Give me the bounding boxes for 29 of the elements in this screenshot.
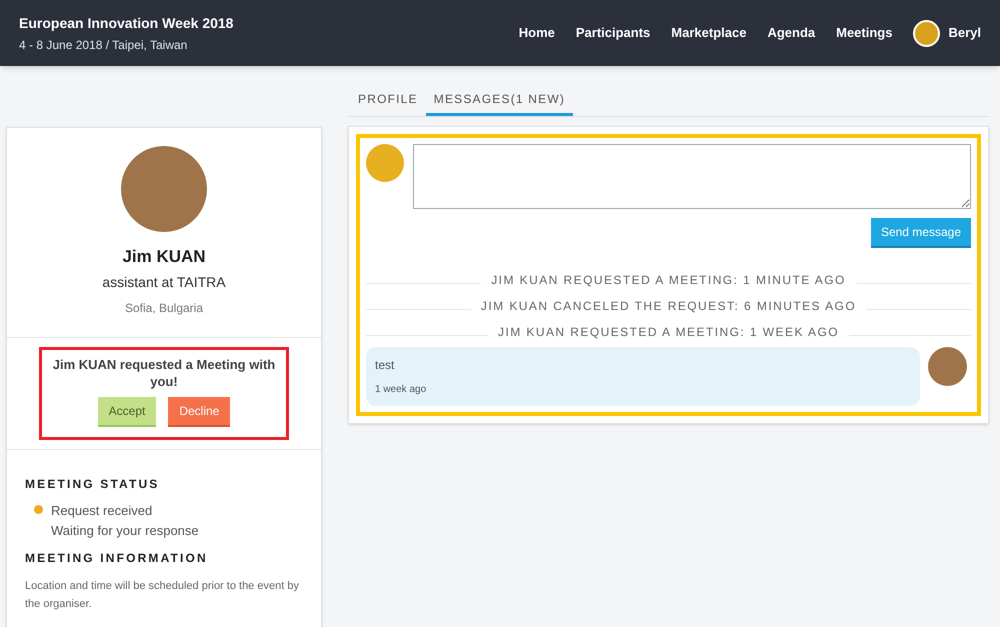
nav-link[interactable]: Participants bbox=[576, 23, 650, 43]
event-dates: 4 - 8 June 2018 / Taipei, Taiwan bbox=[19, 36, 188, 54]
accept-button[interactable]: Accept bbox=[98, 396, 156, 426]
status-heading: MEETING STATUS bbox=[25, 476, 160, 492]
profile-location: Sofia, Bulgaria bbox=[124, 300, 204, 316]
user-avatar[interactable] bbox=[913, 20, 940, 46]
event-title: European Innovation Week 2018 bbox=[19, 14, 234, 33]
tab[interactable]: MESSAGES(1 NEW) bbox=[426, 85, 574, 116]
message-time: 1 week ago bbox=[375, 383, 428, 397]
sender-avatar bbox=[928, 347, 967, 386]
tab[interactable]: PROFILE bbox=[350, 85, 426, 116]
event-log-entry: JIM KUAN REQUESTED A MEETING: 1 MINUTE AGO bbox=[491, 272, 846, 289]
nav-link[interactable]: Agenda bbox=[767, 23, 816, 43]
nav-link[interactable]: Marketplace bbox=[671, 23, 746, 43]
user-name[interactable]: Beryl bbox=[948, 23, 981, 43]
info-text: Location and time will be scheduled prior to the event by the organiser. bbox=[25, 578, 300, 612]
profile-role: assistant at TAITRA bbox=[102, 272, 226, 292]
request-message: Jim KUAN requested a Meeting with you! bbox=[52, 356, 276, 390]
info-heading: MEETING INFORMATION bbox=[25, 550, 209, 566]
event-log-entry: JIM KUAN CANCELED THE REQUEST: 6 MINUTES AGO bbox=[480, 298, 856, 315]
profile-name: Jim KUAN bbox=[122, 246, 206, 268]
user-avatar bbox=[366, 144, 404, 182]
event-log-entry: JIM KUAN REQUESTED A MEETING: 1 WEEK AGO bbox=[498, 324, 839, 341]
status-text: Request received bbox=[51, 502, 154, 520]
message-input[interactable] bbox=[413, 144, 971, 209]
nav-link[interactable]: Home bbox=[518, 23, 555, 43]
status-detail: Waiting for your response bbox=[51, 522, 199, 540]
nav-link[interactable]: Meetings bbox=[836, 23, 892, 43]
message-text: test bbox=[375, 357, 396, 374]
